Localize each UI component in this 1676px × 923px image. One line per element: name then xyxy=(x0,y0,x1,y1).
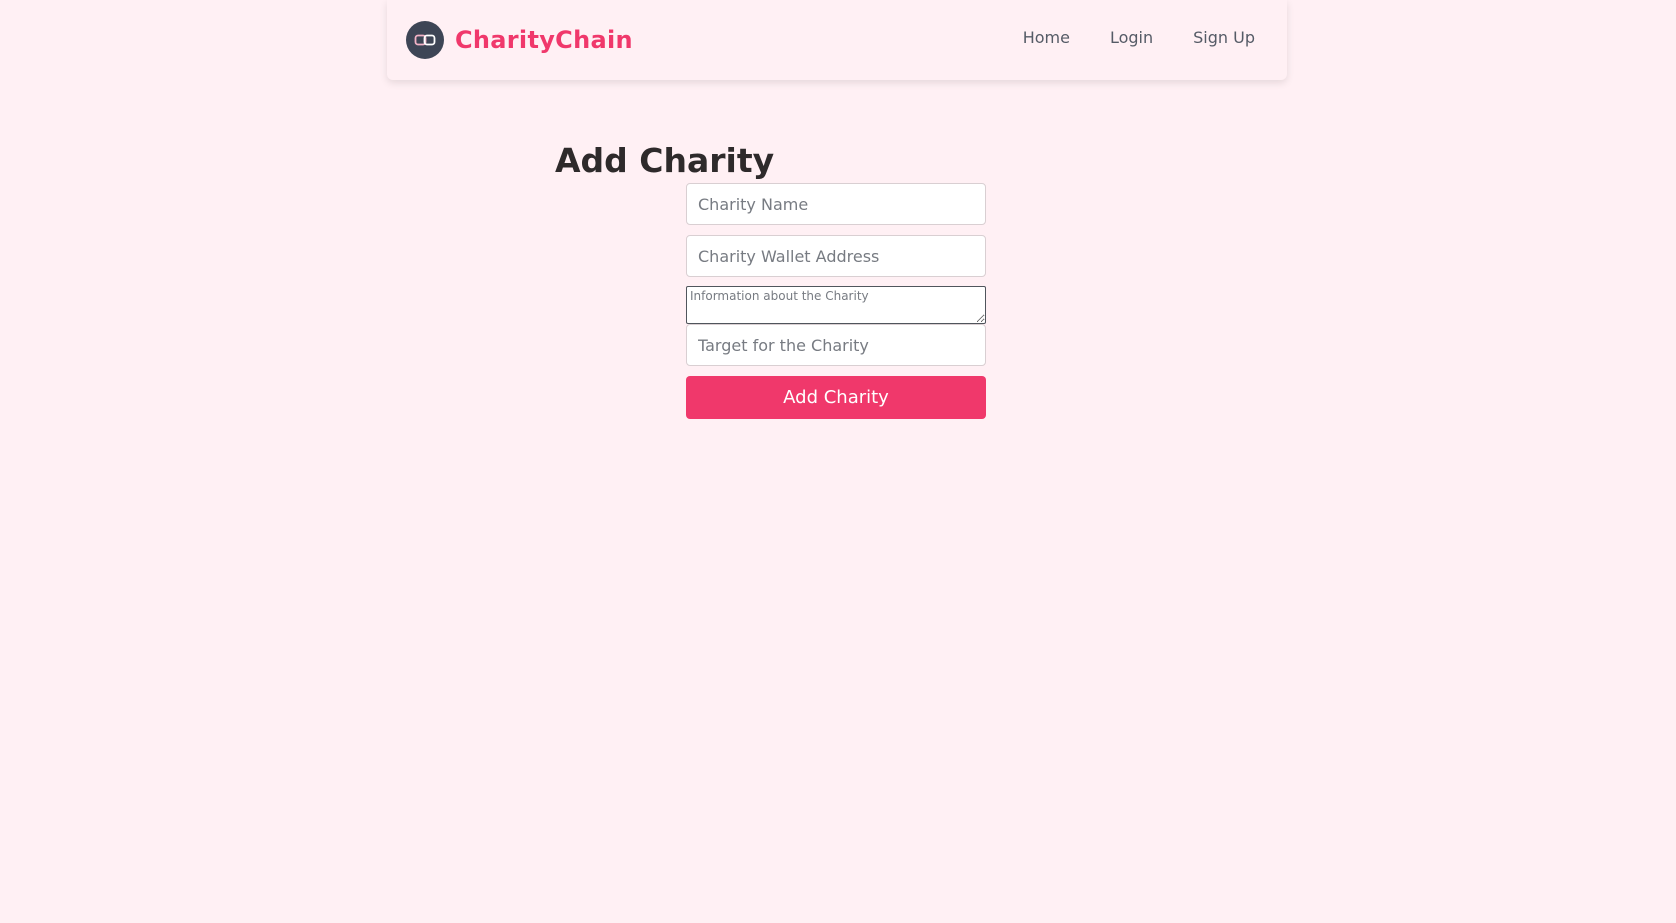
nav-login-link[interactable]: Login xyxy=(1110,28,1153,47)
charity-target-input[interactable] xyxy=(686,324,986,366)
charity-name-input[interactable] xyxy=(686,183,986,225)
charity-wallet-address-input[interactable] xyxy=(686,235,986,277)
add-charity-button[interactable]: Add Charity xyxy=(686,376,986,419)
page-title: Add Charity xyxy=(555,141,775,180)
navbar: CharityChain Home Login Sign Up xyxy=(387,0,1287,80)
nav-links: Home Login Sign Up xyxy=(1023,28,1255,47)
charity-info-textarea[interactable] xyxy=(686,286,986,324)
nav-signup-link[interactable]: Sign Up xyxy=(1193,28,1255,47)
brand-name: CharityChain xyxy=(455,26,633,54)
nav-home-link[interactable]: Home xyxy=(1023,28,1070,47)
brand-link[interactable]: CharityChain xyxy=(406,20,633,60)
chain-link-icon xyxy=(406,21,444,59)
